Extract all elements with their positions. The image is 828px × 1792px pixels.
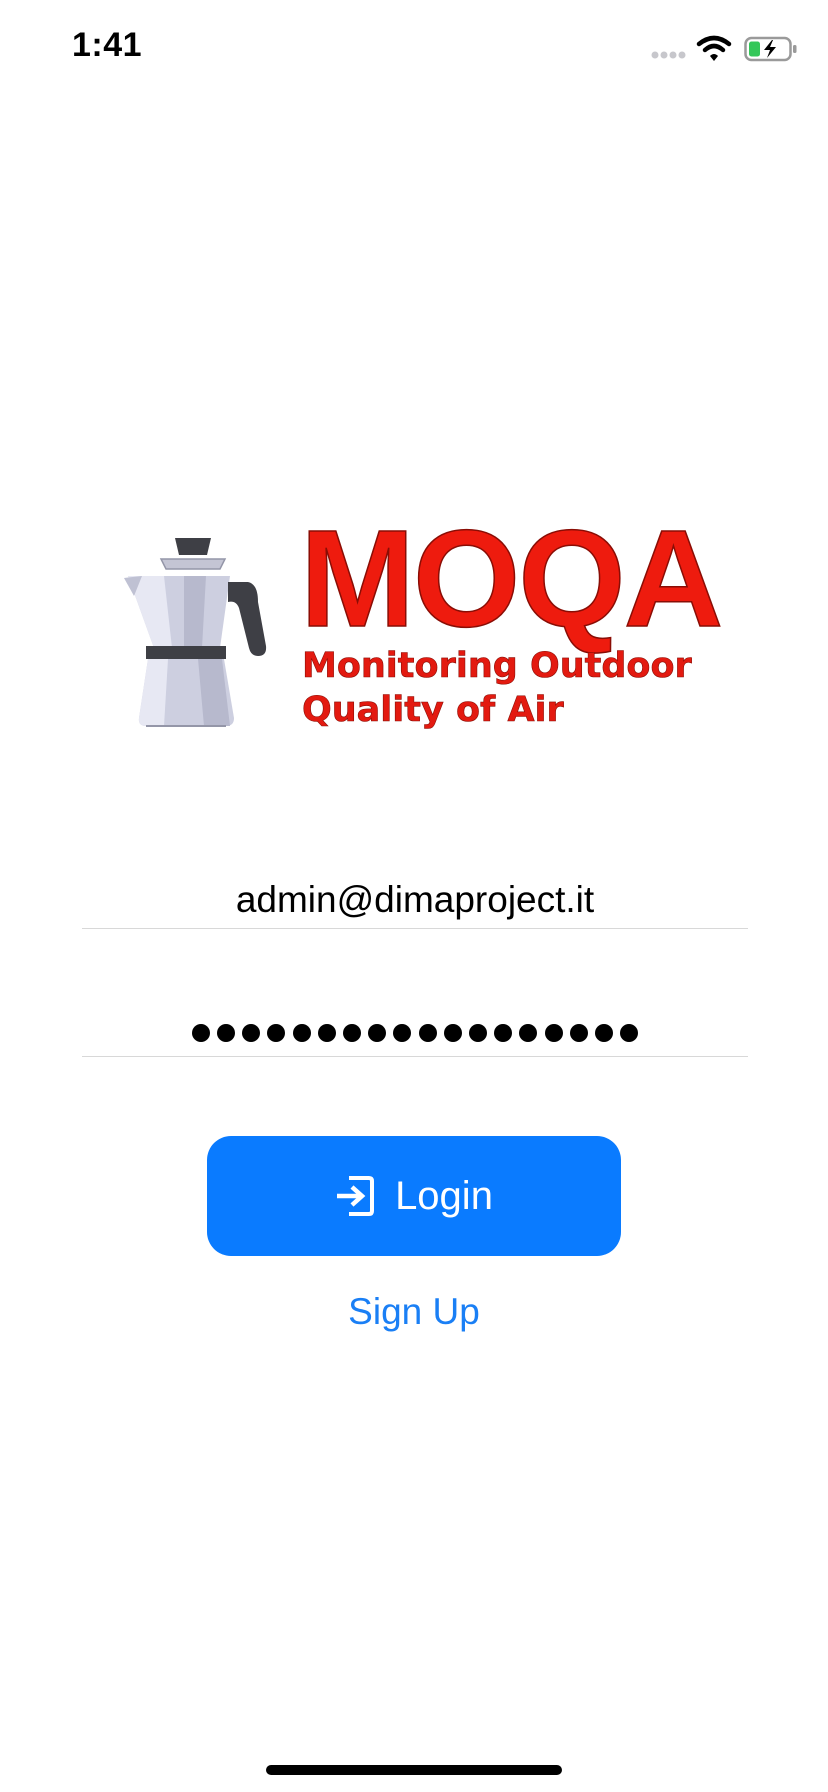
logo-subtitle-line1: Monitoring Outdoor [302, 646, 692, 687]
password-mask-dot [443, 1024, 462, 1042]
moka-pot-icon [124, 538, 267, 727]
password-mask-dot [569, 1024, 588, 1042]
password-mask-dot [468, 1024, 487, 1042]
status-time: 1:41 [72, 26, 143, 64]
battery-charging-icon [744, 36, 797, 62]
password-mask [82, 1024, 748, 1042]
password-mask-dot [368, 1024, 387, 1042]
password-mask-dot [494, 1024, 513, 1042]
logo-subtitle-line2: Quality of Air [302, 690, 564, 731]
status-icons [650, 34, 800, 64]
login-label: Login [395, 1174, 493, 1218]
home-indicator[interactable] [266, 1765, 562, 1775]
password-mask-dot [317, 1024, 336, 1042]
wifi-icon [696, 35, 732, 61]
password-mask-dot [418, 1024, 437, 1042]
app-logo: MOQA Monitoring Outdoor Quality of Air [124, 509, 724, 731]
password-mask-dot [519, 1024, 538, 1042]
password-mask-dot [292, 1024, 311, 1042]
password-mask-dot [393, 1024, 412, 1042]
password-mask-dot [620, 1024, 639, 1042]
password-mask-dot [242, 1024, 261, 1042]
password-mask-dot [343, 1024, 362, 1042]
password-mask-dot [544, 1024, 563, 1042]
logo-title: MOQA [299, 502, 724, 656]
email-value: admin@dimaproject.it [235, 879, 595, 920]
signup-link[interactable]: Sign Up [0, 1290, 828, 1334]
password-mask-dot [267, 1024, 286, 1042]
login-icon [337, 1176, 375, 1216]
login-button[interactable]: Login [207, 1136, 621, 1256]
password-mask-dot [217, 1024, 236, 1042]
email-field[interactable]: admin@dimaproject.it [82, 868, 748, 929]
password-mask-dot [594, 1024, 613, 1042]
cellular-signal-icon [651, 51, 686, 59]
password-mask-dot [191, 1024, 210, 1042]
password-field[interactable] [82, 996, 748, 1057]
